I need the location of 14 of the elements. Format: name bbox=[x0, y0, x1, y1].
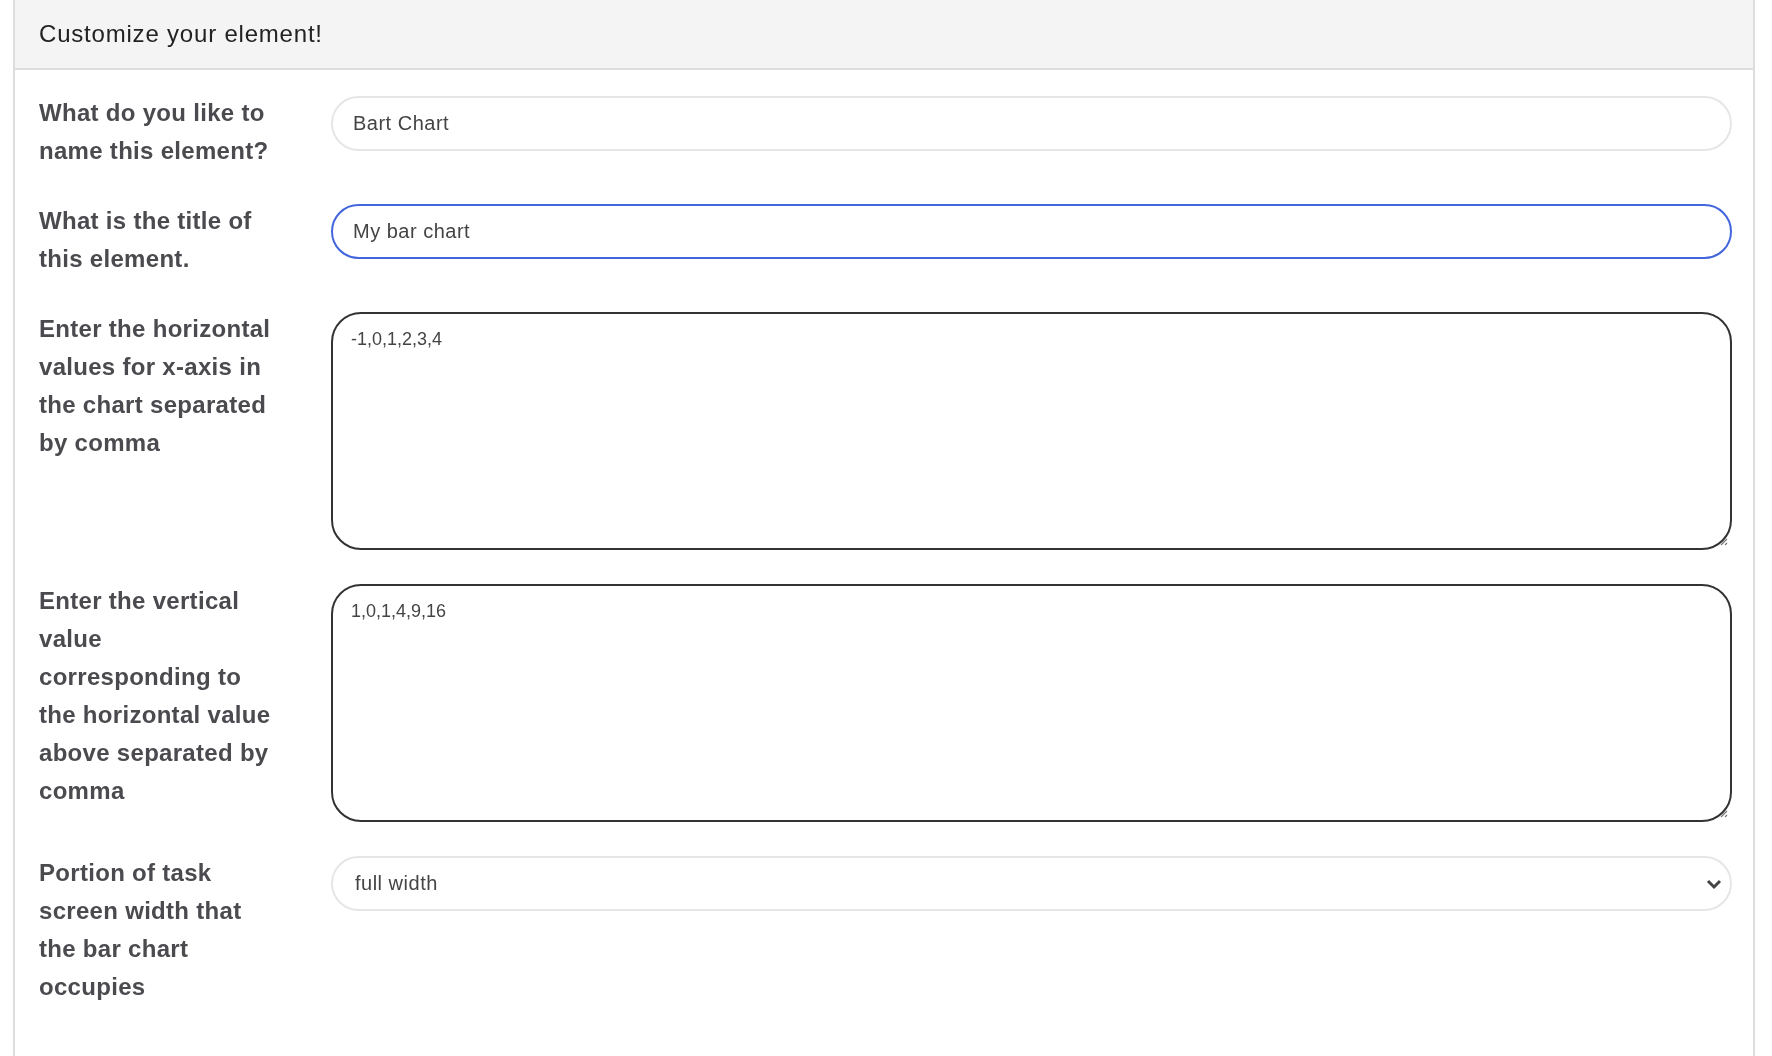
resize-handle-icon[interactable] bbox=[1718, 808, 1728, 818]
text-field[interactable]: Bart Chart bbox=[331, 96, 1732, 151]
field-label: What is the title of this element. bbox=[39, 206, 253, 274]
panel-title: Customize your element! bbox=[39, 20, 323, 48]
text-field[interactable]: My bar chart bbox=[331, 204, 1732, 259]
resize-handle-icon[interactable] bbox=[1718, 536, 1728, 546]
text-area[interactable]: -1,0,1,2,3,4 bbox=[331, 312, 1732, 550]
field-label: What do you like to name this element? bbox=[39, 98, 270, 166]
field-label: Enter the horizontal values for x-axis in the chart separated by comma bbox=[39, 314, 272, 458]
text-area[interactable]: 1,0,1,4,9,16 bbox=[331, 584, 1732, 822]
field-label: Enter the vertical value corresponding to the horizontal value above separated by comma bbox=[39, 586, 272, 806]
field-label: Portion of task screen width that the bar chart occupies bbox=[39, 858, 243, 1002]
chevron-down-icon bbox=[1706, 877, 1722, 891]
dropdown[interactable]: full width bbox=[331, 856, 1732, 911]
